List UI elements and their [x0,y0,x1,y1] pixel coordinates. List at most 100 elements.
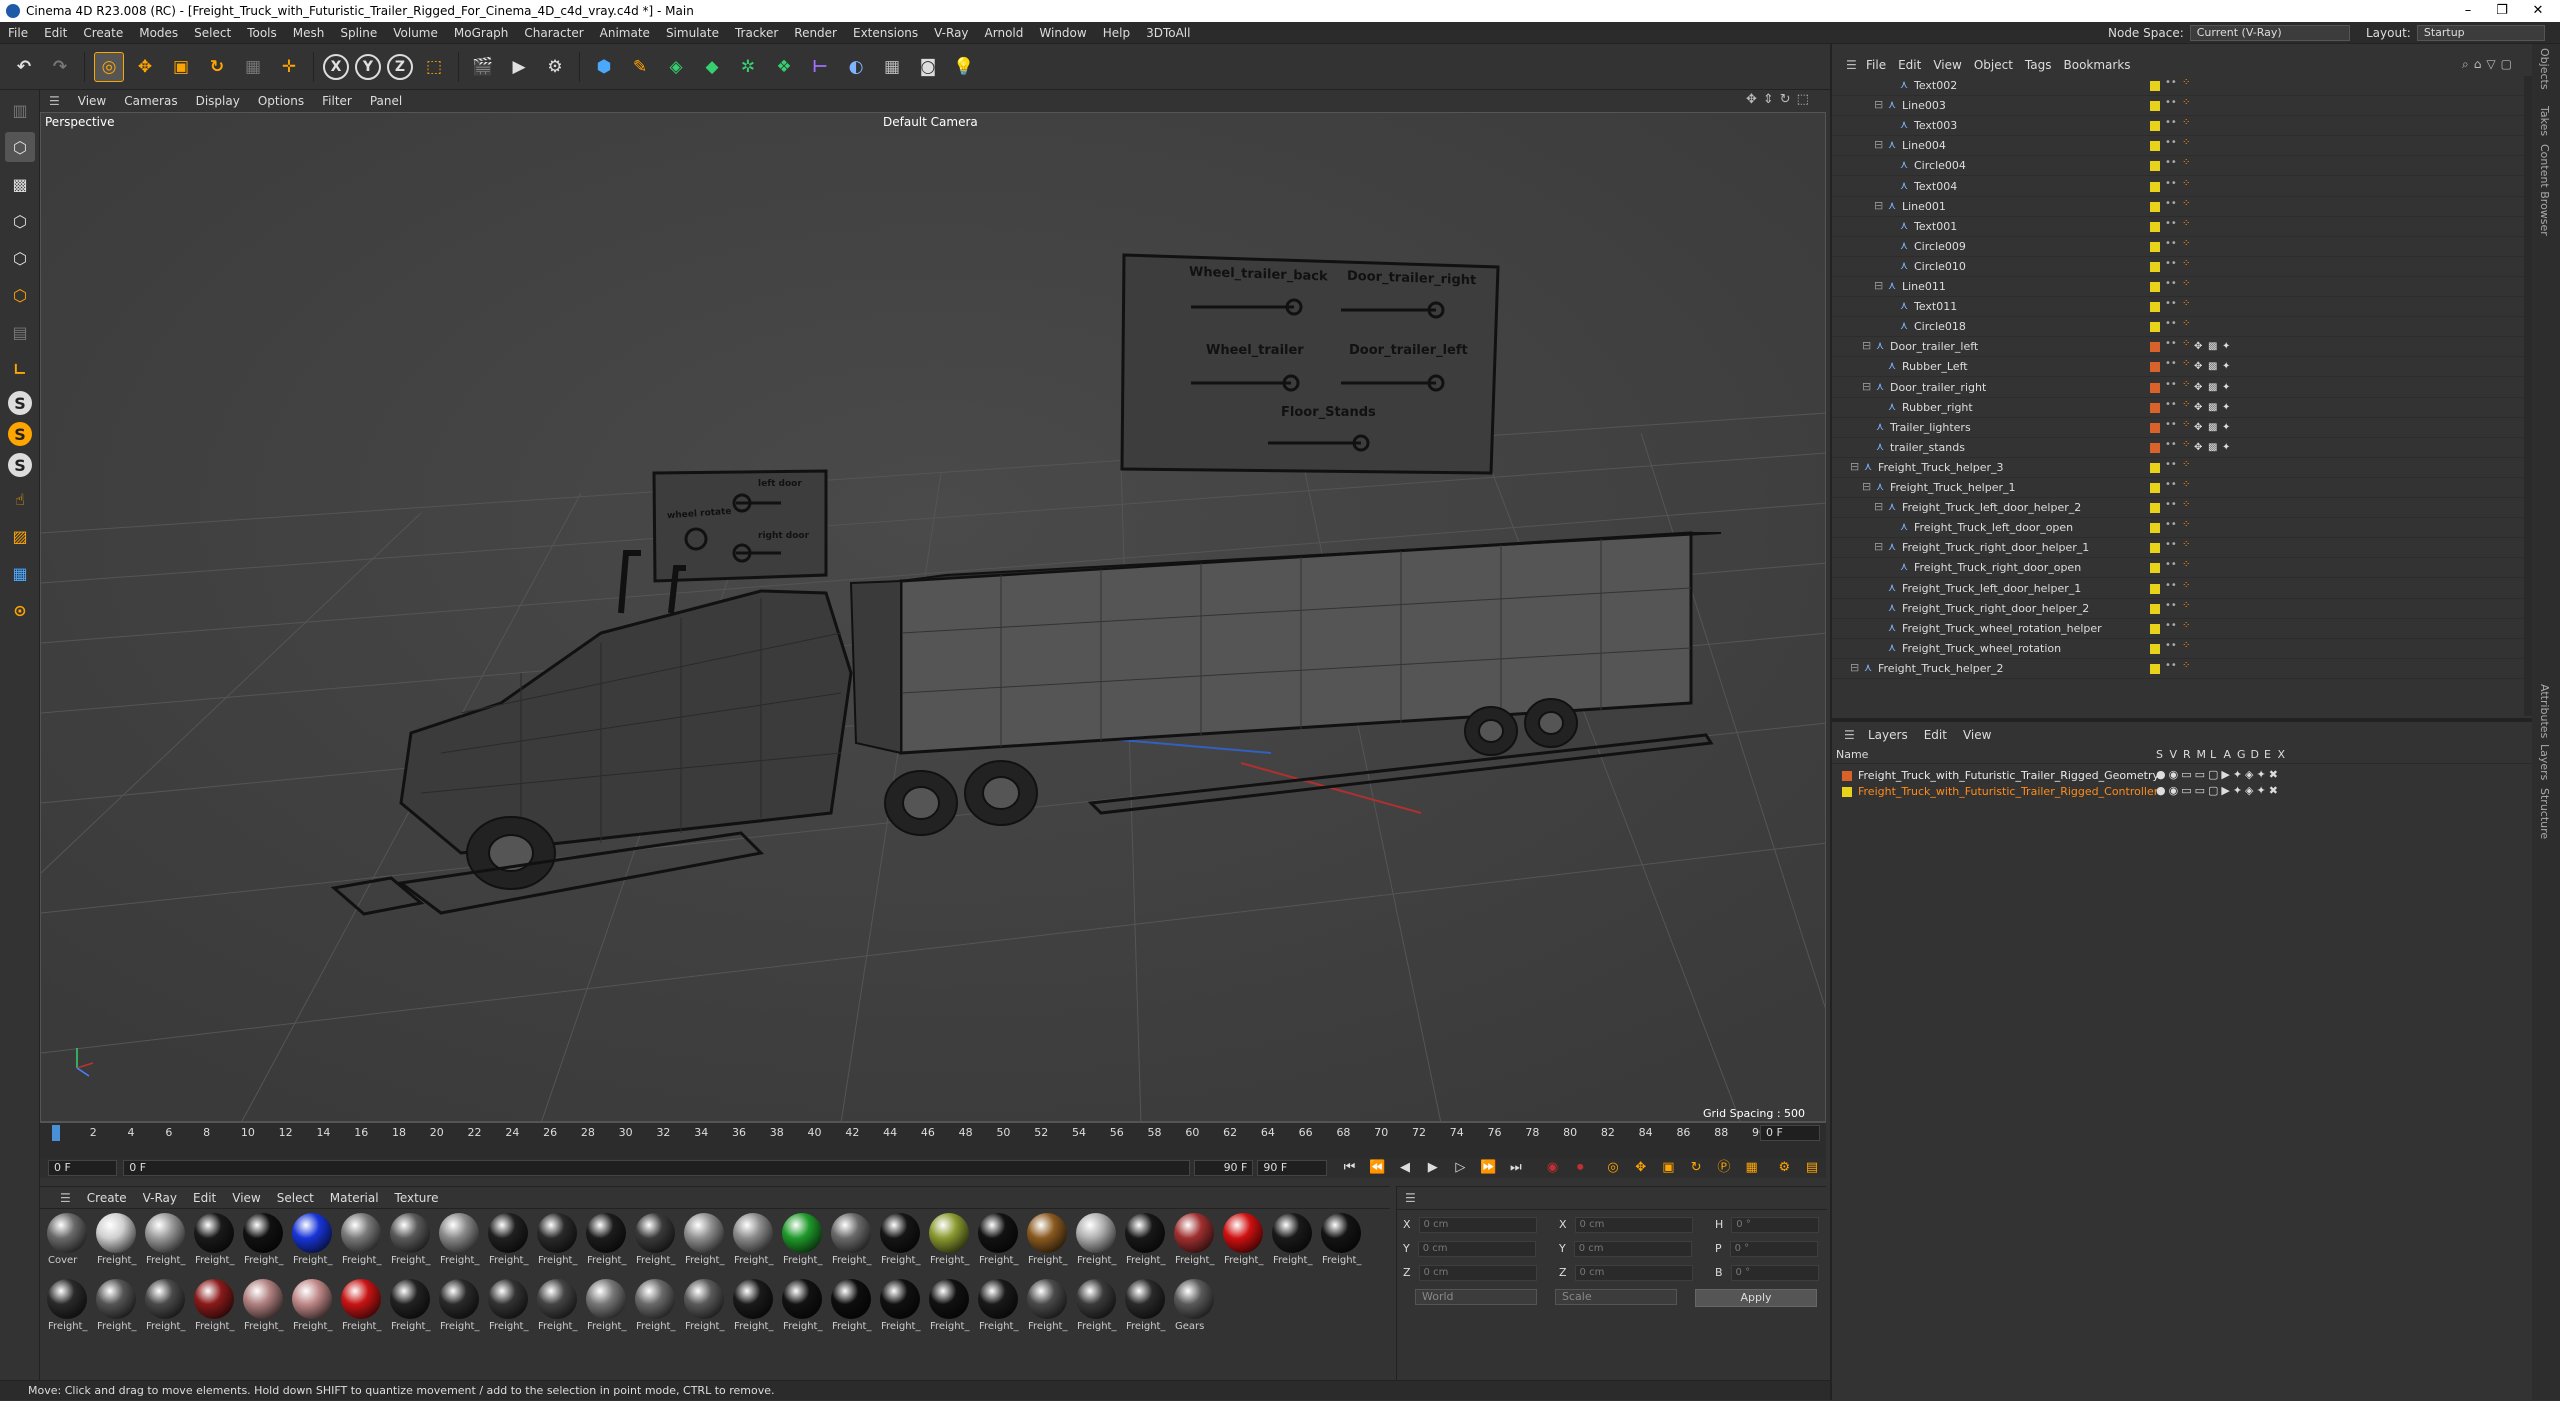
material-swatch[interactable]: Cover [44,1211,90,1275]
viewport-nav-icons[interactable]: ✥⇕↻⬚ [1746,92,1815,107]
rig-tag-icon[interactable]: ⁘ [2182,138,2190,152]
object-tag-icon[interactable]: ✦ [2222,442,2234,454]
material-swatch[interactable]: Freight_ [779,1277,825,1341]
object-tree-row[interactable]: ⋏ Freight_Truck_wheel_rotation_helper •• ⁘ [1832,619,2532,639]
go-to-start-icon[interactable]: ⏮ [1339,1159,1361,1177]
object-tree-row[interactable]: ⋏ Freight_Truck_right_door_helper_2 •• ⁘ [1832,599,2532,619]
visibility-dots-icon[interactable]: •• [2165,339,2177,353]
coordinate-value-field[interactable]: 0 cm [1418,1217,1537,1233]
visibility-dots-icon[interactable]: •• [2165,218,2177,233]
solo-icon[interactable]: S [8,391,32,415]
camera-icon[interactable]: ◙ [913,52,943,82]
layer-color-tag[interactable] [2150,362,2160,373]
object-tree-row[interactable]: ⋏ Freight_Truck_wheel_rotation •• ⁘ [1832,639,2532,659]
scale-icon[interactable]: ▣ [166,52,196,82]
visibility-dots-icon[interactable]: •• [2165,198,2177,213]
visibility-dots-icon[interactable]: •• [2165,600,2177,615]
material-swatch[interactable]: Gears [1171,1277,1217,1341]
menu-extensions[interactable]: Extensions [845,26,926,40]
object-tree-row[interactable]: ⋏ Text011 •• ⁘ [1832,297,2532,318]
tweak-icon[interactable]: ☝ [5,484,35,514]
layer-col-header[interactable]: D [2251,748,2259,761]
object-tag-icon[interactable]: ✥ [2194,341,2206,353]
side-tab[interactable]: Objects [2538,48,2551,90]
grid-icon[interactable]: ▦ [877,52,907,82]
visibility-dots-icon[interactable]: •• [2165,258,2177,273]
rig-tag-icon[interactable]: ⁘ [2182,540,2190,554]
object-tree-row[interactable]: ⋏ trailer_stands •• ⁘ ✥ ▩ ✦ [1832,438,2532,458]
coord-scale-dropdown[interactable]: Scale [1555,1289,1677,1305]
menu-file[interactable]: File [0,26,36,40]
material-swatch[interactable]: Freight_ [1073,1211,1119,1275]
menu-mesh[interactable]: Mesh [285,26,333,40]
key-position-icon[interactable]: ✥ [1630,1159,1652,1177]
visibility-dots-icon[interactable]: •• [2165,158,2177,172]
side-tab[interactable]: Attributes [2538,684,2551,738]
object-tree-row[interactable]: ⋏ Freight_Truck_left_door_helper_1 •• ⁘ [1832,579,2532,599]
coordinate-value-field[interactable]: 0 cm [1573,1241,1692,1257]
menu-tools[interactable]: Tools [239,26,285,40]
record-icon[interactable]: ◉ [1542,1159,1564,1177]
collapse-toggle-icon[interactable]: ⊟ [1862,380,1874,393]
obj-menu-edit[interactable]: Edit [1892,58,1927,72]
visibility-dots-icon[interactable]: •• [2165,560,2177,574]
key-rotation-icon[interactable]: ↻ [1685,1159,1707,1177]
timeline-window-icon[interactable]: ▤ [1801,1159,1823,1177]
visibility-dots-icon[interactable]: •• [2165,299,2177,313]
layer-color-tag[interactable] [2150,141,2160,152]
visibility-dots-icon[interactable]: •• [2165,580,2177,595]
edges-mode-icon[interactable]: ⬡ [5,243,35,273]
material-swatch[interactable]: Freight_ [44,1277,90,1341]
rig-tag-icon[interactable]: ⁘ [2182,600,2190,615]
layer-color-tag[interactable] [2150,181,2160,192]
visibility-dots-icon[interactable]: •• [2165,118,2177,132]
collapse-toggle-icon[interactable]: ⊟ [1850,661,1862,674]
rig-tag-icon[interactable]: ⁘ [2182,118,2190,132]
coordinate-value-field[interactable]: 0 cm [1417,1241,1536,1257]
solo-hierarchy-icon[interactable]: S [8,422,32,446]
layer-color-tag[interactable] [2150,81,2160,91]
visibility-dots-icon[interactable]: •• [2165,540,2177,554]
menu-create[interactable]: Create [75,26,131,40]
object-tree-row[interactable]: ⊟ ⋏ Freight_Truck_helper_1 •• ⁘ [1832,478,2532,498]
material-swatch[interactable]: Freight_ [681,1277,727,1341]
mat-menu-create[interactable]: Create [79,1191,135,1205]
key-pla-icon[interactable]: ▦ [1741,1159,1763,1177]
render-region-icon[interactable]: 🎬 [468,52,498,82]
coordinate-value-field[interactable]: 0 cm [1574,1265,1693,1281]
layer-color-tag[interactable] [2150,603,2160,614]
side-tab[interactable]: Layers [2538,744,2551,780]
obj-menu-file[interactable]: File [1860,58,1892,72]
material-swatch[interactable]: Freight_ [926,1277,972,1341]
layer-col-header[interactable]: L [2210,748,2216,761]
visibility-dots-icon[interactable]: •• [2165,439,2177,454]
redo-icon[interactable]: ↷ [45,52,75,82]
menu-spline[interactable]: Spline [332,26,385,40]
z-axis-icon[interactable]: Z [387,53,413,80]
visibility-dots-icon[interactable]: •• [2165,238,2177,253]
coord-mode-dropdown[interactable]: World [1415,1289,1537,1305]
visibility-dots-icon[interactable]: •• [2165,620,2177,635]
material-swatch[interactable]: Freight_ [191,1277,237,1341]
visibility-dots-icon[interactable]: •• [2165,419,2177,434]
object-tag-icon[interactable]: ✥ [2194,361,2206,373]
cube-icon[interactable]: ⬢ [589,52,619,82]
layer-color-tag[interactable] [2150,663,2160,674]
viewport-menu-icon[interactable]: ☰ [40,94,69,108]
keyframe-selection-icon[interactable]: ◎ [1602,1159,1624,1177]
next-frame-icon[interactable]: ▷ [1450,1159,1472,1177]
menu-arnold[interactable]: Arnold [977,26,1032,40]
material-swatch[interactable]: Freight_ [338,1211,384,1275]
object-tree-row[interactable]: ⋏ Rubber_right •• ⁘ ✥ ▩ ✦ [1832,398,2532,418]
mat-menu-view[interactable]: View [224,1191,268,1205]
sky-icon[interactable]: ◐ [841,52,871,82]
material-swatch[interactable]: Freight_ [1269,1211,1315,1275]
panel-divider[interactable] [1832,718,2532,722]
layer-color-tag[interactable] [2150,241,2160,252]
collapse-toggle-icon[interactable]: ⊟ [1874,199,1886,212]
rig-tag-icon[interactable]: ⁘ [2182,660,2190,675]
move-icon[interactable]: ✥ [130,52,160,82]
rig-tag-icon[interactable]: ⁘ [2182,359,2190,373]
object-tree-row[interactable]: ⊟ ⋏ Freight_Truck_helper_3 •• ⁘ [1832,458,2532,478]
material-swatch[interactable]: Freight_ [387,1211,433,1275]
